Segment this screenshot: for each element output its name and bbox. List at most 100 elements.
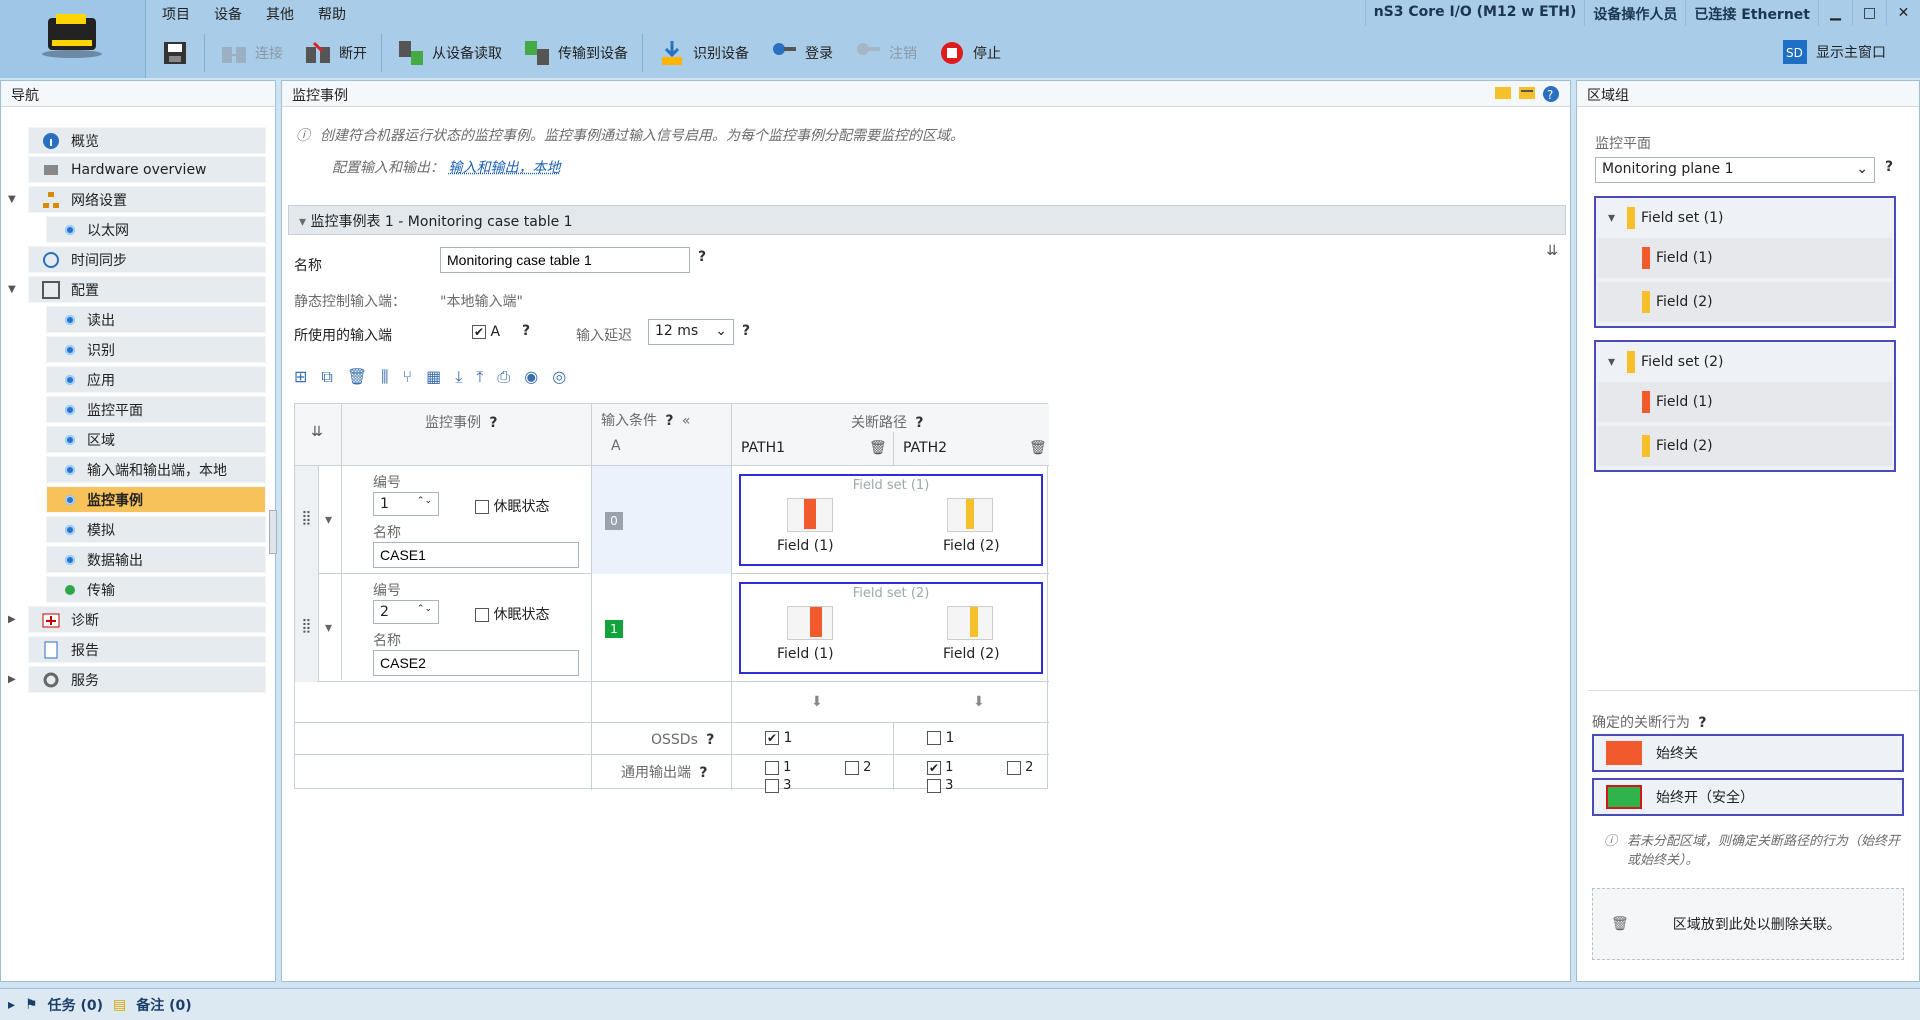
expand-service-icon[interactable]: ▶	[8, 674, 16, 685]
add-case-icon[interactable]: ⊞	[294, 367, 307, 387]
export-icon[interactable]: ⤒	[476, 367, 483, 387]
expand-all-icon[interactable]: ⇊	[311, 424, 323, 440]
minimize-button[interactable]: ▁	[1818, 0, 1852, 26]
collapse-left-icon[interactable]: «	[682, 413, 691, 429]
read-from-device-button[interactable]: 从设备读取	[386, 33, 512, 73]
transfer-to-device-button[interactable]: 传输到设备	[512, 33, 638, 73]
field-item[interactable]: Field (2)	[1598, 426, 1892, 466]
drag-handle-icon[interactable]: ⣿	[295, 574, 319, 682]
nav-item-monitoring-cases[interactable]: 监控事例	[46, 486, 266, 513]
chevron-down-icon[interactable]: ▾	[1608, 354, 1615, 370]
note-add-icon[interactable]	[1494, 85, 1512, 107]
ossd-path1-checkbox[interactable]: ✔	[765, 731, 779, 745]
nav-item-ethernet[interactable]: 以太网	[46, 216, 266, 243]
menu-device[interactable]: 设备	[202, 0, 254, 26]
cond-badge[interactable]: 1	[605, 620, 623, 638]
show-main-window-button[interactable]: SD 显示主窗口	[1770, 32, 1896, 72]
always-on-item[interactable]: 始终开（安全）	[1592, 778, 1904, 816]
nav-item-application[interactable]: 应用	[46, 366, 266, 393]
case-name-input[interactable]	[373, 542, 579, 568]
copy-case-icon[interactable]: ⧉	[321, 367, 332, 387]
table-name-input[interactable]	[440, 247, 690, 273]
tasks-label[interactable]: 任务 (0)	[48, 995, 103, 1015]
fieldset-1-group[interactable]: ▾ Field set (1) Field (1) Field (2)	[1594, 196, 1896, 328]
help-icon[interactable]: ?	[738, 323, 754, 341]
io-local-link[interactable]: 输入和输出，本地	[448, 160, 560, 176]
expand-diagnostics-icon[interactable]: ▶	[8, 614, 16, 625]
nav-item-io-local[interactable]: 输入端和输出端，本地	[46, 456, 266, 483]
sleep-checkbox[interactable]	[475, 608, 489, 622]
note-list-icon[interactable]	[1518, 85, 1536, 107]
save-button[interactable]	[150, 33, 200, 73]
nav-item-time-sync[interactable]: 时间同步	[28, 246, 266, 273]
logout-button[interactable]: 注销	[843, 33, 927, 73]
gen-p2-o1-checkbox[interactable]: ✔	[927, 760, 941, 775]
help-icon[interactable]: ?	[1694, 715, 1710, 733]
help-icon[interactable]: ?	[694, 249, 710, 267]
gen-p1-o2-checkbox[interactable]	[845, 760, 859, 775]
gen-p1-o1-checkbox[interactable]	[765, 760, 779, 775]
nav-item-diagnostics[interactable]: 诊断	[28, 606, 266, 633]
nav-item-overview[interactable]: 概览	[28, 127, 266, 154]
always-off-item[interactable]: 始终关	[1592, 734, 1904, 772]
plane-select[interactable]: Monitoring plane 1 ⌄	[1595, 157, 1875, 183]
field-item[interactable]: Field (2)	[1598, 282, 1892, 322]
fieldset-2-group[interactable]: ▾ Field set (2) Field (1) Field (2)	[1594, 340, 1896, 472]
collapse-nav-handle[interactable]	[269, 510, 277, 554]
section-header[interactable]: ▾ 监控事例表 1 - Monitoring case table 1	[288, 205, 1566, 235]
hide-icon[interactable]: ◎	[552, 367, 566, 387]
collapse-all-icon[interactable]: ⇊	[1546, 243, 1558, 259]
user-label[interactable]: 设备操作人员	[1584, 0, 1685, 26]
gen-p1-o3-checkbox[interactable]	[765, 778, 779, 793]
help-icon[interactable]: ?	[661, 413, 677, 431]
menu-other[interactable]: 其他	[254, 0, 306, 26]
help-icon[interactable]: ?	[1881, 159, 1897, 177]
input-delay-select[interactable]: 12 ms ⌄	[648, 319, 734, 345]
print-icon[interactable]: ⎙	[497, 367, 510, 387]
branch-icon[interactable]: ⑂	[403, 367, 413, 387]
delete-icon[interactable]: 🗑	[347, 367, 367, 387]
login-button[interactable]: 登录	[759, 33, 843, 73]
nav-item-data-output[interactable]: 数据输出	[46, 546, 266, 573]
unassign-drop-zone[interactable]: 🗑 区域放到此处以删除关联。	[1592, 888, 1904, 960]
cond-badge[interactable]: 0	[605, 512, 623, 530]
chevron-down-icon[interactable]: ▾	[1608, 210, 1615, 226]
ossd-path2-checkbox[interactable]	[927, 731, 941, 745]
help-icon[interactable]: ?	[485, 415, 501, 433]
identify-device-button[interactable]: 识别设备	[647, 33, 759, 73]
delete-path2-icon[interactable]: 🗑	[1029, 440, 1047, 456]
stop-button[interactable]: 停止	[927, 33, 1011, 73]
expand-network-icon[interactable]: ▼	[8, 194, 16, 205]
disconnect-button[interactable]: 断开	[293, 33, 377, 73]
field-item[interactable]: Field (1)	[1598, 382, 1892, 422]
nav-item-network[interactable]: 网络设置	[28, 186, 266, 213]
sleep-checkbox[interactable]	[475, 500, 489, 514]
case-number-stepper[interactable]: 2 ⌃⌄	[373, 600, 439, 624]
help-icon[interactable]: ?	[518, 323, 534, 341]
grid-icon[interactable]: ▦	[426, 367, 441, 387]
menu-project[interactable]: 项目	[150, 0, 202, 26]
chevron-down-icon[interactable]: ▾	[325, 512, 332, 528]
nav-item-configuration[interactable]: 配置	[28, 276, 266, 303]
delete-path1-icon[interactable]: 🗑	[869, 440, 887, 456]
drag-handle-icon[interactable]: ⣿	[295, 466, 319, 574]
gen-p2-o3-checkbox[interactable]	[927, 778, 941, 793]
nav-item-fields[interactable]: 区域	[46, 426, 266, 453]
maximize-button[interactable]: □	[1852, 0, 1886, 26]
nav-item-read-out[interactable]: 读出	[46, 306, 266, 333]
chevron-down-icon[interactable]: ▾	[325, 620, 332, 636]
add-path-icon[interactable]: ⫼	[381, 367, 388, 387]
case-row[interactable]: ⣿ ▾ 编号 2⌃⌄ 休眠状态 名称 1 Field set (2) Field…	[295, 574, 1049, 682]
nav-item-report[interactable]: 报告	[28, 636, 266, 663]
menu-help[interactable]: 帮助	[306, 0, 358, 26]
help-icon[interactable]: ?	[911, 415, 927, 433]
case-name-input[interactable]	[373, 650, 579, 676]
nav-item-service[interactable]: 服务	[28, 666, 266, 693]
input-a-checkbox[interactable]: ✔	[472, 325, 486, 339]
expand-config-icon[interactable]: ▼	[8, 284, 16, 295]
close-button[interactable]: ✕	[1886, 0, 1920, 26]
fieldset-drop[interactable]: Field set (2) Field (1) Field (2)	[739, 582, 1043, 674]
notes-label[interactable]: 备注 (0)	[136, 995, 191, 1015]
case-row[interactable]: ⣿ ▾ 编号 1⌃⌄ 休眠状态 名称 0 Field set (1) Field…	[295, 466, 1049, 574]
case-number-stepper[interactable]: 1 ⌃⌄	[373, 492, 439, 516]
